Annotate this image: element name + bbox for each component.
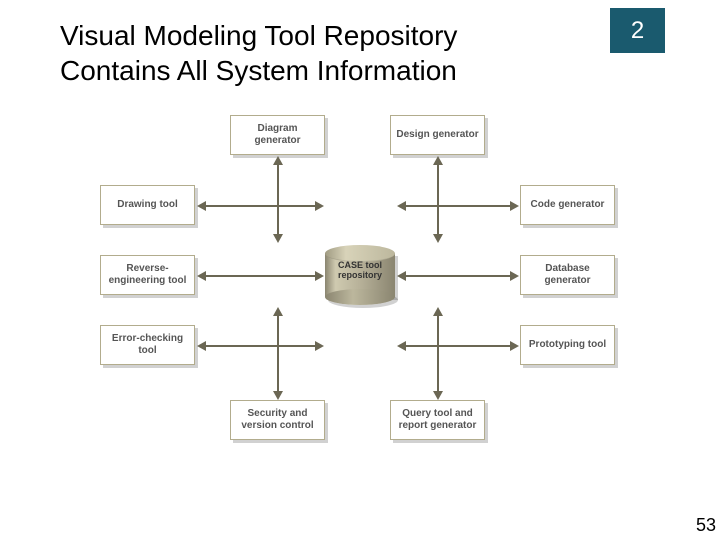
connector-code [405, 205, 510, 207]
arrowhead-down-icon [273, 234, 283, 243]
box-query-report: Query tool and report generator [390, 400, 485, 440]
connector-error [205, 345, 315, 347]
arrowhead-left-icon [397, 201, 406, 211]
box-database-generator: Database generator [520, 255, 615, 295]
arrowhead-left-icon [397, 271, 406, 281]
arrowhead-down-icon [433, 391, 443, 400]
arrowhead-down-icon [433, 234, 443, 243]
box-drawing-tool: Drawing tool [100, 185, 195, 225]
arrowhead-right-icon [315, 201, 324, 211]
arrowhead-up-icon [273, 156, 283, 165]
box-error-checking: Error-checking tool [100, 325, 195, 365]
arrowhead-right-icon [315, 271, 324, 281]
cylinder-label: CASE tool repository [325, 261, 395, 281]
connector-security [277, 315, 279, 391]
connector-query [437, 315, 439, 391]
box-security-version: Security and version control [230, 400, 325, 440]
connector-diagram [277, 164, 279, 234]
case-repository-cylinder: CASE tool repository [325, 245, 395, 305]
arrowhead-up-icon [273, 307, 283, 316]
arrowhead-right-icon [510, 341, 519, 351]
box-code-generator: Code generator [520, 185, 615, 225]
cylinder-bottom [325, 289, 395, 305]
connector-reverse [205, 275, 315, 277]
chapter-badge: 2 [610, 8, 665, 53]
arrowhead-left-icon [197, 201, 206, 211]
slide-number: 53 [696, 515, 716, 536]
connector-drawing [205, 205, 315, 207]
slide-title: Visual Modeling Tool Repository Contains… [60, 18, 480, 88]
connector-design [437, 164, 439, 234]
arrowhead-up-icon [433, 156, 443, 165]
arrowhead-left-icon [397, 341, 406, 351]
connector-database [405, 275, 510, 277]
connector-proto [405, 345, 510, 347]
arrowhead-left-icon [197, 271, 206, 281]
arrowhead-right-icon [510, 201, 519, 211]
box-design-generator: Design generator [390, 115, 485, 155]
arrowhead-up-icon [433, 307, 443, 316]
arrowhead-right-icon [315, 341, 324, 351]
box-reverse-engineering: Reverse-engineering tool [100, 255, 195, 295]
box-prototyping-tool: Prototyping tool [520, 325, 615, 365]
arrowhead-down-icon [273, 391, 283, 400]
arrowhead-left-icon [197, 341, 206, 351]
diagram-canvas: Diagram generator Design generator Drawi… [100, 110, 620, 470]
box-diagram-generator: Diagram generator [230, 115, 325, 155]
arrowhead-right-icon [510, 271, 519, 281]
